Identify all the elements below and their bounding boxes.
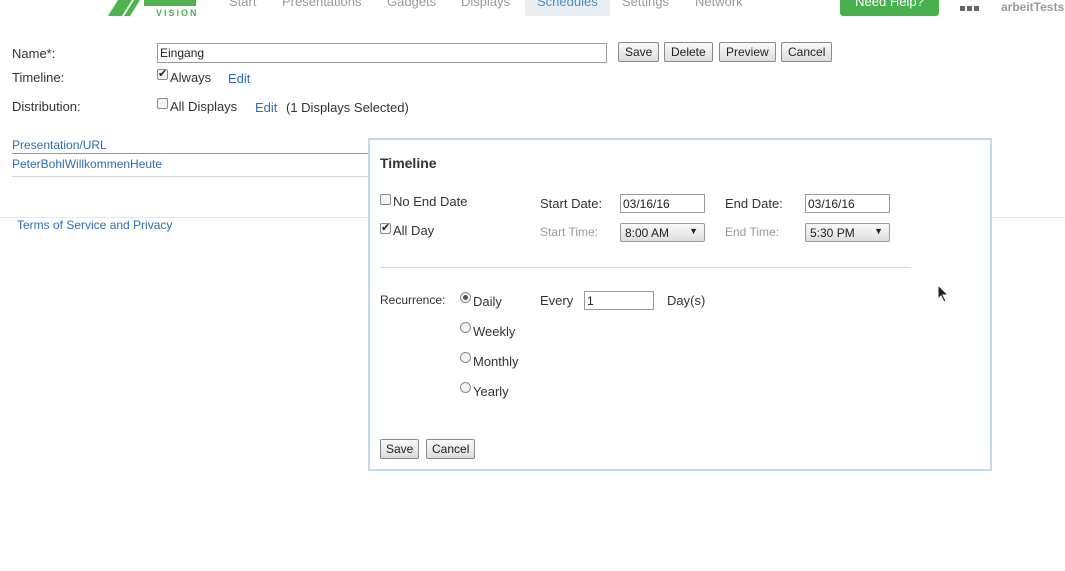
timeline-label: Timeline: (12, 70, 65, 85)
recurrence-yearly-radio[interactable] (460, 382, 471, 393)
always-checkbox[interactable] (157, 67, 168, 80)
displays-selected-text: (1 Displays Selected) (286, 100, 409, 115)
svg-text:VISION: VISION (156, 8, 199, 18)
dialog-save-button[interactable]: Save (380, 439, 420, 459)
list-item[interactable]: PeterBohlWillkommenHeute (12, 157, 162, 171)
recurrence-yearly-label: Yearly (473, 384, 509, 399)
list-row-divider (12, 176, 368, 177)
nav-settings[interactable]: Settings (622, 0, 669, 16)
start-date-label: Start Date: (540, 196, 603, 211)
start-time-select[interactable]: 8:00 AM ▼ (620, 223, 705, 242)
all-displays-label: All Displays (170, 99, 238, 114)
no-end-date-label: No End Date (393, 194, 468, 209)
rise-vision-logo[interactable]: VISION (108, 0, 200, 18)
delete-button[interactable]: Delete (664, 42, 713, 62)
end-time-select[interactable]: 5:30 PM ▼ (805, 223, 890, 242)
no-end-date-checkbox[interactable] (380, 194, 391, 205)
terms-link[interactable]: Terms of Service and Privacy (17, 218, 172, 232)
start-time-label: Start Time: (540, 225, 599, 239)
recurrence-monthly-radio[interactable] (460, 352, 471, 363)
recurrence-daily-label: Daily (473, 294, 502, 309)
all-day-checkbox[interactable] (380, 221, 391, 234)
recurrence-weekly-label: Weekly (473, 324, 516, 339)
end-time-label: End Time: (725, 225, 780, 239)
all-displays-checkbox[interactable] (157, 98, 168, 109)
nav-displays[interactable]: Displays (461, 0, 510, 16)
dialog-divider (380, 267, 910, 268)
nav-start[interactable]: Start (229, 0, 256, 16)
always-label: Always (170, 70, 212, 85)
end-time-value: 5:30 PM (810, 226, 855, 240)
dialog-title: Timeline (380, 155, 437, 171)
start-date-input[interactable] (620, 194, 705, 213)
start-time-value: 8:00 AM (625, 226, 670, 240)
recurrence-daily-radio[interactable] (460, 292, 471, 303)
dialog-cancel-button[interactable]: Cancel (426, 439, 476, 459)
cancel-button[interactable]: Cancel (781, 42, 833, 62)
preview-button[interactable]: Preview (719, 42, 776, 62)
recurrence-monthly-label: Monthly (473, 354, 519, 369)
presentation-url-header[interactable]: Presentation/URL (12, 138, 107, 152)
mouse-cursor-icon (937, 283, 950, 306)
all-day-label: All Day (393, 223, 435, 238)
distribution-edit-link[interactable]: Edit (255, 100, 277, 115)
recurrence-label: Recurrence: (380, 293, 446, 307)
user-name[interactable]: arbeitTests (1001, 0, 1064, 14)
end-date-label: End Date: (725, 196, 783, 211)
every-unit: Day(s) (667, 293, 706, 308)
nav-network[interactable]: Network (695, 0, 743, 16)
logo-graphic: VISION (108, 0, 199, 18)
name-label: Name*: (12, 46, 56, 61)
nav-presentations[interactable]: Presentations (282, 0, 362, 16)
chevron-down-icon: ▼ (689, 226, 698, 236)
recurrence-weekly-radio[interactable] (460, 322, 471, 333)
apps-grid-icon[interactable] (960, 0, 980, 11)
timeline-dialog: Timeline No End Date All Day Start Date:… (368, 138, 992, 471)
list-header-divider (12, 153, 368, 154)
nav-gadgets[interactable]: Gadgets (387, 0, 436, 16)
name-input[interactable] (157, 43, 607, 63)
timeline-edit-link[interactable]: Edit (228, 71, 250, 86)
distribution-label: Distribution: (12, 99, 81, 114)
chevron-down-icon: ▼ (874, 226, 883, 236)
every-label: Every (540, 293, 574, 308)
need-help-button[interactable]: Need Help? (840, 0, 939, 16)
nav-schedules[interactable]: Schedules (525, 0, 610, 16)
end-date-input[interactable] (805, 194, 890, 213)
every-input[interactable] (584, 291, 654, 310)
save-button[interactable]: Save (618, 42, 660, 62)
